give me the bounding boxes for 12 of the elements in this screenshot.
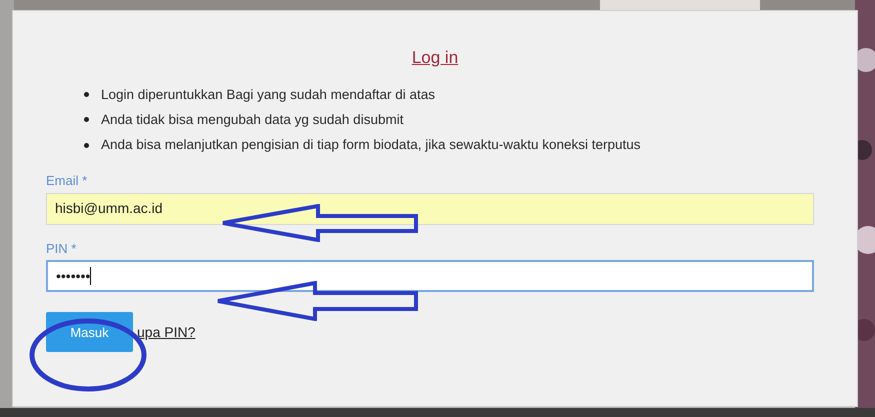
info-note: Anda bisa melanjutkan pengisian di tiap form biodata, jika sewaktu-waktu koneksi terputus: [101, 136, 641, 154]
field-label: PIN *: [46, 240, 78, 258]
input-field[interactable]: •••••••: [46, 260, 814, 292]
login-title: Log in: [412, 47, 458, 69]
bullet-icon: [84, 117, 89, 122]
forgot-pin-link[interactable]: upa PIN?: [137, 322, 196, 343]
bullet-icon: [84, 142, 89, 148]
input-field[interactable]: hisbi@umm.ac.id: [46, 192, 814, 225]
info-note: Login diperuntukkan Bagi yang sudah mendaftar di atas: [101, 86, 435, 104]
info-note: Anda tidak bisa mengubah data yg sudah disubmit: [101, 110, 404, 129]
bullet-icon: [84, 92, 89, 98]
field-label: Email *: [46, 172, 88, 190]
